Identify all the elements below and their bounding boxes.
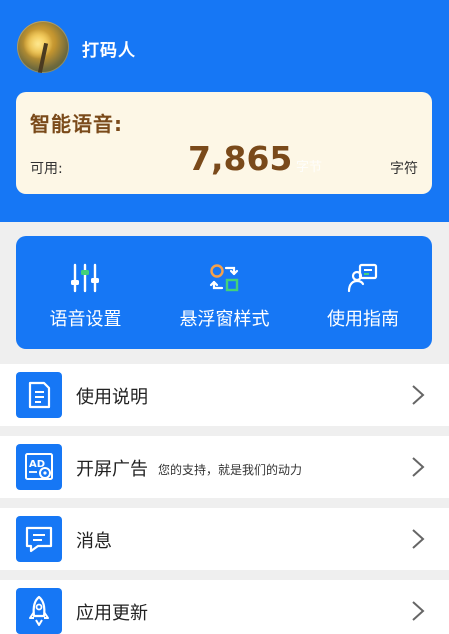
chevron-right-icon — [412, 385, 425, 405]
menu-item-messages[interactable]: 消息 — [0, 508, 449, 570]
chevron-right-icon — [412, 601, 425, 621]
rocket-icon — [16, 588, 62, 634]
profile-header: 打码人 智能语音: 可用: 7,865 字节 字符 — [0, 0, 449, 222]
quick-actions-panel: 语音设置 悬浮窗样式 使用指南 — [16, 236, 432, 349]
voice-settings-button[interactable]: 语音设置 — [16, 236, 155, 349]
quota-unit: 字符 — [390, 161, 418, 177]
menu-item-label: 消息 — [76, 531, 112, 552]
menu-item-instructions[interactable]: 使用说明 — [0, 364, 449, 426]
menu-item-splash-ad[interactable]: AD 开屏广告 您的支持，就是我们的动力 — [0, 436, 449, 498]
chevron-right-icon — [412, 457, 425, 477]
voice-quota-card: 智能语音: 可用: 7,865 字节 字符 — [16, 92, 432, 194]
voice-settings-label: 语音设置 — [49, 309, 122, 330]
menu-item-label: 开屏广告 — [76, 459, 148, 480]
sliders-icon — [71, 263, 99, 293]
user-guide-button[interactable]: 使用指南 — [294, 236, 432, 349]
message-icon — [16, 516, 62, 562]
chevron-right-icon — [412, 529, 425, 549]
quota-available-label: 可用: — [30, 161, 63, 177]
quota-title: 智能语音: — [30, 112, 123, 136]
avatar[interactable] — [17, 21, 69, 73]
menu-item-subtitle: 您的支持，就是我们的动力 — [158, 463, 303, 477]
ad-settings-icon: AD — [16, 444, 62, 490]
menu-item-label: 应用更新 — [76, 603, 148, 624]
menu-item-label: 使用说明 — [76, 387, 148, 408]
float-window-style-button[interactable]: 悬浮窗样式 — [155, 236, 294, 349]
document-icon — [16, 372, 62, 418]
user-guide-label: 使用指南 — [327, 309, 399, 330]
username[interactable]: 打码人 — [82, 36, 136, 61]
menu-item-app-update[interactable]: 应用更新 — [0, 580, 449, 634]
float-window-style-label: 悬浮窗样式 — [179, 309, 270, 330]
switch-style-icon — [209, 264, 239, 292]
quota-value: 7,865 — [188, 139, 293, 178]
quota-ghost-text: 字节 — [296, 160, 323, 175]
guide-icon — [347, 263, 378, 293]
